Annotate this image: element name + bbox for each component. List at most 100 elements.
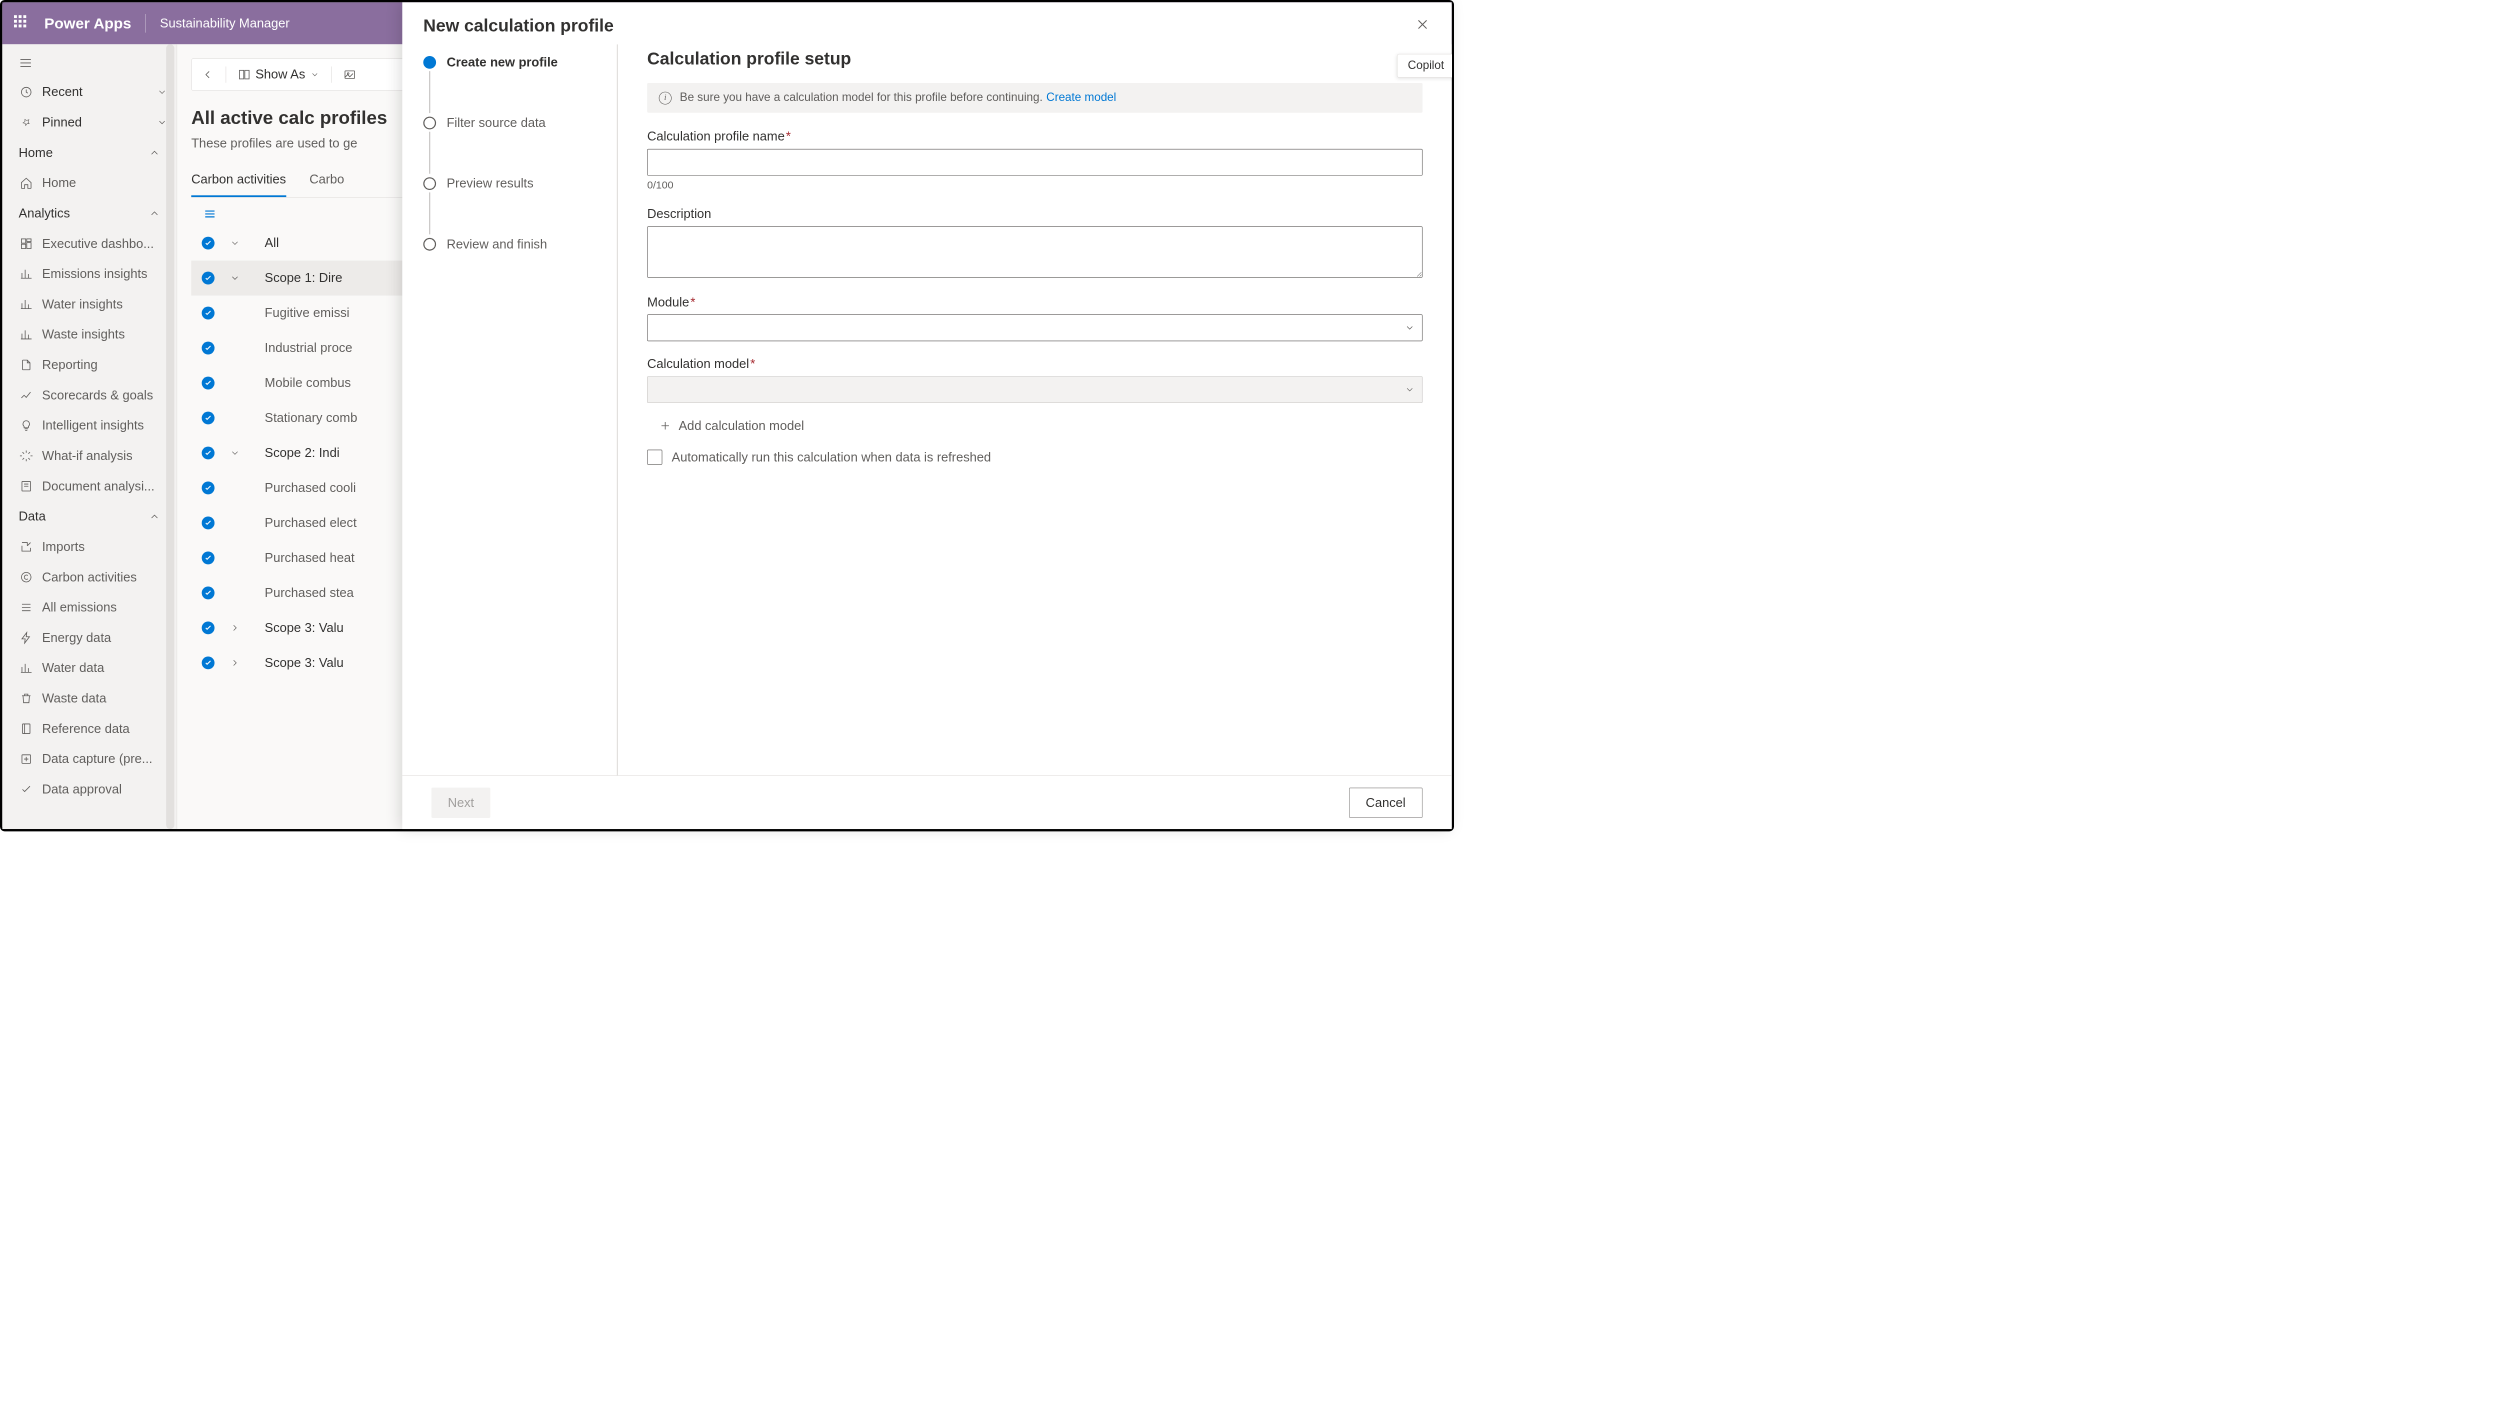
sidebar-item-wastedata[interactable]: Waste data xyxy=(2,683,176,713)
module-select[interactable] xyxy=(647,314,1422,341)
check-icon xyxy=(202,377,215,390)
row-label: Scope 1: Dire xyxy=(265,271,343,286)
cancel-button[interactable]: Cancel xyxy=(1349,787,1423,817)
info-bar: i Be sure you have a calculation model f… xyxy=(647,83,1422,113)
home-icon xyxy=(19,175,34,190)
check-icon xyxy=(202,586,215,599)
sidebar-item-energy[interactable]: Energy data xyxy=(2,623,176,653)
sidebar-item-docanalysis[interactable]: Document analysi... xyxy=(2,471,176,501)
sidebar-item-intelligent[interactable]: Intelligent insights xyxy=(2,410,176,440)
toolbar-extra[interactable] xyxy=(343,68,356,81)
row-label: Purchased elect xyxy=(265,515,357,530)
check-icon xyxy=(202,342,215,355)
doc-icon xyxy=(19,479,34,494)
sidebar-recent[interactable]: Recent xyxy=(2,77,176,107)
model-select[interactable] xyxy=(647,376,1422,403)
sidebar-item-whatif[interactable]: What-if analysis xyxy=(2,441,176,471)
sidebar-item-approval[interactable]: Data approval xyxy=(2,774,176,804)
lightbulb-icon xyxy=(19,418,34,433)
step-2[interactable]: Preview results xyxy=(423,176,617,191)
sidebar-item-label: Waste data xyxy=(42,691,106,706)
sidebar-item-waterdata[interactable]: Water data xyxy=(2,653,176,683)
check-icon xyxy=(202,656,215,669)
step-label: Preview results xyxy=(447,176,534,191)
row-label: Purchased stea xyxy=(265,585,354,600)
sidebar-item-emissions[interactable]: Emissions insights xyxy=(2,259,176,289)
check-icon xyxy=(202,517,215,530)
chevron-right-icon[interactable] xyxy=(229,658,242,668)
chevron-down-icon xyxy=(1404,322,1414,332)
create-model-link[interactable]: Create model xyxy=(1046,91,1116,104)
sidebar-item-label: Data capture (pre... xyxy=(42,751,153,766)
sidebar-item-label: Pinned xyxy=(42,115,82,130)
sidebar-item-capture[interactable]: Data capture (pre... xyxy=(2,744,176,774)
check-icon xyxy=(202,552,215,565)
info-icon: i xyxy=(659,91,672,104)
sidebar-item-exec-dashboard[interactable]: Executive dashbo... xyxy=(2,229,176,259)
chevron-down-icon[interactable] xyxy=(229,273,242,283)
sidebar-item-label: Reference data xyxy=(42,721,130,736)
add-calc-model-button[interactable]: Add calculation model xyxy=(659,418,1423,433)
hamburger-icon[interactable] xyxy=(2,49,176,77)
header-divider xyxy=(145,14,146,33)
sidebar-item-imports[interactable]: Imports xyxy=(2,532,176,562)
form-area: Copilot Calculation profile setup i Be s… xyxy=(618,44,1452,775)
check-icon xyxy=(202,621,215,634)
clock-icon xyxy=(19,85,34,100)
next-button[interactable]: Next xyxy=(431,787,490,817)
sidebar-item-carbon[interactable]: Carbon activities xyxy=(2,562,176,592)
desc-input[interactable] xyxy=(647,226,1422,277)
energy-icon xyxy=(19,630,34,645)
tab-carbon-activities[interactable]: Carbon activities xyxy=(191,172,286,197)
sidebar-section-data[interactable]: Data xyxy=(2,501,176,531)
sidebar-item-reporting[interactable]: Reporting xyxy=(2,350,176,380)
sidebar-item-label: Reporting xyxy=(42,357,98,372)
step-label: Filter source data xyxy=(447,115,546,130)
step-0[interactable]: Create new profile xyxy=(423,55,617,70)
name-label: Calculation profile name* xyxy=(647,129,1422,144)
sidebar-item-reference[interactable]: Reference data xyxy=(2,714,176,744)
step-1[interactable]: Filter source data xyxy=(423,115,617,130)
sidebar-item-water[interactable]: Water insights xyxy=(2,289,176,319)
tab-carbon-other[interactable]: Carbo xyxy=(309,172,344,197)
sidebar-section-home[interactable]: Home xyxy=(2,138,176,168)
row-label: Industrial proce xyxy=(265,340,353,355)
check-icon xyxy=(202,272,215,285)
step-3[interactable]: Review and finish xyxy=(423,237,617,252)
close-button[interactable] xyxy=(1414,16,1430,32)
check-icon xyxy=(202,412,215,425)
check-icon xyxy=(202,307,215,320)
copilot-button[interactable]: Copilot xyxy=(1397,54,1452,78)
sidebar-item-waste[interactable]: Waste insights xyxy=(2,319,176,349)
name-input[interactable] xyxy=(647,149,1422,176)
env-name: Sustainability Manager xyxy=(160,16,290,31)
chart-icon xyxy=(19,266,34,281)
chevron-down-icon[interactable] xyxy=(229,448,242,458)
info-text: Be sure you have a calculation model for… xyxy=(680,91,1043,104)
sidebar-item-allemissions[interactable]: All emissions xyxy=(2,592,176,622)
check-icon xyxy=(202,482,215,495)
chevron-up-icon xyxy=(149,208,161,220)
sidebar-item-label: Waste insights xyxy=(42,327,125,342)
auto-run-checkbox[interactable] xyxy=(647,449,662,464)
sidebar-item-scorecards[interactable]: Scorecards & goals xyxy=(2,380,176,410)
step-dot xyxy=(423,117,436,130)
show-as-label: Show As xyxy=(255,67,305,82)
sidebar-pinned[interactable]: Pinned xyxy=(2,107,176,137)
book-icon xyxy=(19,721,34,736)
show-as-button[interactable]: Show As xyxy=(238,67,319,82)
dashboard-icon xyxy=(19,236,34,251)
row-label: Scope 3: Valu xyxy=(265,620,344,635)
sparkle-icon xyxy=(19,448,34,463)
sidebar-item-label: Executive dashbo... xyxy=(42,236,154,251)
chevron-down-icon xyxy=(157,87,167,97)
step-dot xyxy=(423,177,436,190)
waffle-icon[interactable] xyxy=(14,15,30,31)
chevron-right-icon[interactable] xyxy=(229,623,242,633)
sidebar-item-label: Carbon activities xyxy=(42,570,137,585)
sidebar-section-analytics[interactable]: Analytics xyxy=(2,198,176,228)
chevron-down-icon[interactable] xyxy=(229,238,242,248)
back-button[interactable] xyxy=(201,68,214,81)
sidebar-item-home[interactable]: Home xyxy=(2,168,176,198)
chart-icon xyxy=(19,297,34,312)
